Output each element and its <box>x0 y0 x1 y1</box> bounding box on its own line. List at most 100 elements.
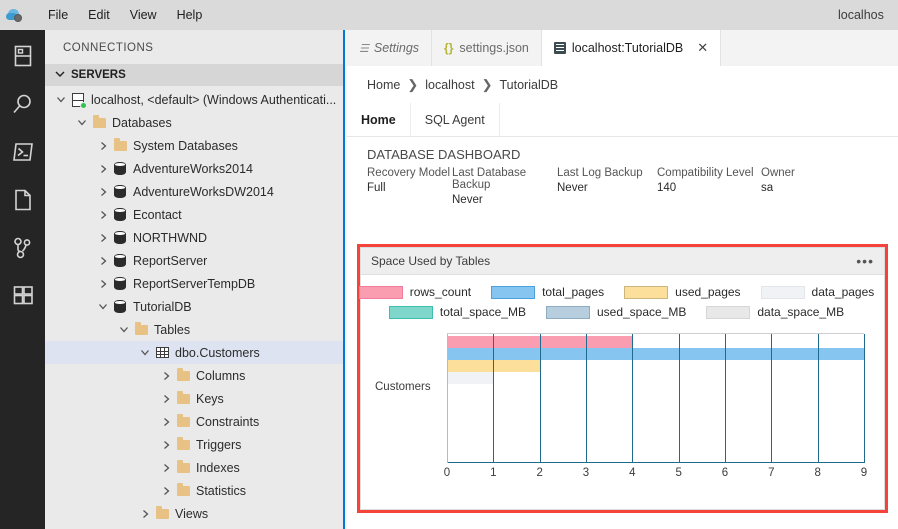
chevron-down-icon[interactable] <box>95 302 111 311</box>
chevron-right-icon[interactable] <box>95 210 111 220</box>
tree-item-reportservertempdb[interactable]: ReportServerTempDB <box>45 272 343 295</box>
menu-edit[interactable]: Edit <box>78 4 120 26</box>
tree-item-label: Triggers <box>196 438 241 452</box>
editor-tab-bar: ☰Settings{}settings.jsonlocalhost:Tutori… <box>347 30 898 66</box>
x-tick-label: 4 <box>629 467 635 479</box>
property-value: Full <box>367 182 452 194</box>
table-icon <box>153 347 171 358</box>
chevron-down-icon[interactable] <box>137 348 153 357</box>
terminal-icon[interactable] <box>9 138 37 166</box>
tab-sql-agent[interactable]: SQL Agent <box>410 103 500 136</box>
x-tick-label: 3 <box>583 467 589 479</box>
extensions-icon[interactable] <box>9 282 37 310</box>
legend-swatch <box>546 306 590 319</box>
tree-item-system-databases[interactable]: System Databases <box>45 134 343 157</box>
chevron-down-icon[interactable] <box>74 118 90 127</box>
tree-item-indexes[interactable]: Indexes <box>45 456 343 479</box>
chevron-right-icon[interactable] <box>158 486 174 496</box>
tree-item-constraints[interactable]: Constraints <box>45 410 343 433</box>
servers-icon[interactable] <box>9 42 37 70</box>
file-icon[interactable] <box>9 186 37 214</box>
window-title: localhos <box>838 0 898 30</box>
legend-swatch <box>389 306 433 319</box>
chevron-right-icon[interactable] <box>137 509 153 519</box>
chevron-right-icon[interactable] <box>158 440 174 450</box>
editor-tab-settings-json[interactable]: {}settings.json <box>432 30 542 66</box>
chevron-right-icon[interactable] <box>158 463 174 473</box>
tree-item-tutorialdb[interactable]: TutorialDB <box>45 295 343 318</box>
widget-title: Space Used by Tables <box>371 254 490 268</box>
object-explorer-tree: localhost, <default> (Windows Authentica… <box>45 86 343 525</box>
x-tick-label: 0 <box>444 467 450 479</box>
servers-section-header[interactable]: SERVERS <box>45 64 343 86</box>
legend-label: used_space_MB <box>597 305 686 319</box>
legend-item-total_space_MB[interactable]: total_space_MB <box>389 305 526 319</box>
tree-item-keys[interactable]: Keys <box>45 387 343 410</box>
tab-home[interactable]: Home <box>347 103 410 136</box>
tree-item-label: System Databases <box>133 139 238 153</box>
widget-header: Space Used by Tables ••• <box>361 248 884 275</box>
breadcrumb-home[interactable]: Home <box>367 78 400 92</box>
editor-tab-localhost-tutorialdb[interactable]: localhost:TutorialDB✕ <box>542 30 721 66</box>
more-actions-icon[interactable]: ••• <box>856 256 874 266</box>
tree-item-views[interactable]: Views <box>45 502 343 525</box>
tree-item-dbo-customers[interactable]: dbo.Customers <box>45 341 343 364</box>
tree-item-adventureworks2014[interactable]: AdventureWorks2014 <box>45 157 343 180</box>
property-last-database-backup: Last Database BackupNever <box>452 167 557 206</box>
chevron-right-icon[interactable] <box>95 233 111 243</box>
legend-item-used_pages[interactable]: used_pages <box>624 285 740 299</box>
legend-item-data_pages[interactable]: data_pages <box>761 285 875 299</box>
chevron-right-icon: ❯ <box>482 77 493 93</box>
legend-item-data_space_MB[interactable]: data_space_MB <box>706 305 844 319</box>
tree-item-columns[interactable]: Columns <box>45 364 343 387</box>
database-icon <box>111 300 129 313</box>
breadcrumb-tutorialdb[interactable]: TutorialDB <box>500 78 559 92</box>
tree-item-tables[interactable]: Tables <box>45 318 343 341</box>
property-owner: Ownersa <box>761 167 821 206</box>
tree-item-statistics[interactable]: Statistics <box>45 479 343 502</box>
space-used-by-tables-widget: Space Used by Tables ••• rows_counttotal… <box>360 247 885 510</box>
tree-item-databases[interactable]: Databases <box>45 111 343 134</box>
tree-item-label: TutorialDB <box>133 300 192 314</box>
tree-item-econtact[interactable]: Econtact <box>45 203 343 226</box>
menu-help[interactable]: Help <box>167 4 213 26</box>
chevron-right-icon[interactable] <box>95 256 111 266</box>
breadcrumb: Home ❯ localhost ❯ TutorialDB <box>347 66 898 103</box>
tree-item-label: Views <box>175 507 208 521</box>
source-control-icon[interactable] <box>9 234 37 262</box>
chevron-down-icon <box>55 69 65 81</box>
search-icon[interactable] <box>9 90 37 118</box>
tree-item-localhost-default-windows-authenticati[interactable]: localhost, <default> (Windows Authentica… <box>45 88 343 111</box>
menu-view[interactable]: View <box>120 4 167 26</box>
chevron-right-icon[interactable] <box>158 417 174 427</box>
chevron-right-icon[interactable] <box>95 164 111 174</box>
chevron-right-icon[interactable] <box>95 141 111 151</box>
tree-item-northwnd[interactable]: NORTHWND <box>45 226 343 249</box>
legend-item-rows_count[interactable]: rows_count <box>359 285 471 299</box>
activity-bar <box>0 30 45 529</box>
folder-icon <box>153 509 171 519</box>
folder-icon <box>132 325 150 335</box>
property-value: Never <box>557 182 657 194</box>
settings-lines-icon: ☰ <box>359 42 368 55</box>
tree-item-reportserver[interactable]: ReportServer <box>45 249 343 272</box>
editor-tab-settings[interactable]: ☰Settings <box>347 30 432 66</box>
legend-item-total_pages[interactable]: total_pages <box>491 285 604 299</box>
close-icon[interactable]: ✕ <box>697 40 708 56</box>
chevron-right-icon[interactable] <box>158 394 174 404</box>
tree-item-label: Keys <box>196 392 224 406</box>
breadcrumb-localhost[interactable]: localhost <box>425 78 474 92</box>
chevron-down-icon[interactable] <box>53 95 69 104</box>
menu-file[interactable]: File <box>38 4 78 26</box>
chevron-down-icon[interactable] <box>116 325 132 334</box>
bar-total_pages[interactable] <box>447 348 864 360</box>
chevron-right-icon[interactable] <box>95 187 111 197</box>
chevron-right-icon[interactable] <box>158 371 174 381</box>
tree-item-adventureworksdw2014[interactable]: AdventureWorksDW2014 <box>45 180 343 203</box>
legend-item-used_space_MB[interactable]: used_space_MB <box>546 305 686 319</box>
grid-line <box>679 334 680 463</box>
tree-item-triggers[interactable]: Triggers <box>45 433 343 456</box>
bar-data_pages[interactable] <box>447 372 493 384</box>
x-tick-label: 7 <box>768 467 774 479</box>
chevron-right-icon[interactable] <box>95 279 111 289</box>
